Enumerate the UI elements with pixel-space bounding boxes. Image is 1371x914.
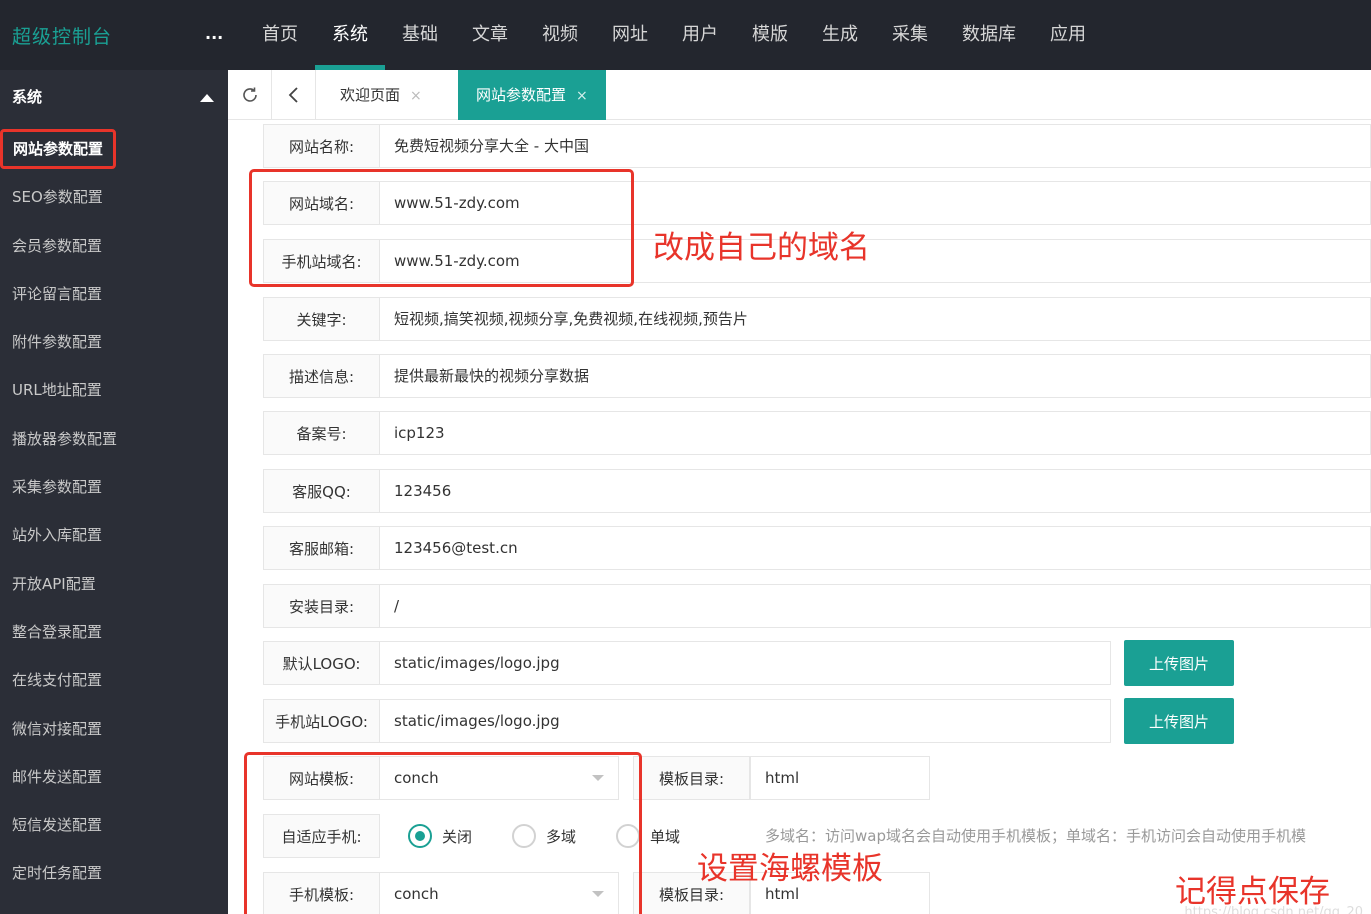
row-description: 描述信息: 提供最新最快的视频分享数据	[263, 354, 1371, 398]
tab-bar: 欢迎页面 × 网站参数配置 ×	[228, 70, 1371, 120]
nav-template[interactable]: 模版	[735, 0, 805, 70]
nav-user[interactable]: 用户	[665, 0, 735, 70]
row-qq: 客服QQ: 123456	[263, 469, 1371, 513]
description-label: 描述信息:	[263, 354, 380, 398]
refresh-icon	[242, 87, 257, 102]
sidebar-item-api-config[interactable]: 开放API配置	[0, 560, 228, 608]
sidebar-item-sms-config[interactable]: 短信发送配置	[0, 801, 228, 849]
email-input[interactable]: 123456@test.cn	[380, 526, 1371, 570]
tab-site-config[interactable]: 网站参数配置 ×	[458, 70, 606, 120]
sidebar-group-label: 系统	[12, 88, 43, 106]
keywords-input[interactable]: 短视频,搞笑视频,视频分享,免费视频,在线视频,预告片	[380, 297, 1371, 341]
mobile-logo-input[interactable]: static/images/logo.jpg	[380, 699, 1111, 743]
email-label: 客服邮箱:	[263, 526, 380, 570]
row-site-name: 网站名称: 免费短视频分享大全 - 大中国	[263, 124, 1371, 168]
install-dir-label: 安装目录:	[263, 584, 380, 628]
sidebar-item-wechat-config[interactable]: 微信对接配置	[0, 705, 228, 753]
row-email: 客服邮箱: 123456@test.cn	[263, 526, 1371, 570]
icp-input[interactable]: icp123	[380, 411, 1371, 455]
description-input[interactable]: 提供最新最快的视频分享数据	[380, 354, 1371, 398]
tab-close-icon[interactable]: ×	[410, 88, 422, 104]
site-name-label: 网站名称:	[263, 124, 380, 168]
domain-annotation: 改成自己的域名	[653, 230, 870, 266]
sidebar-menu: 网站参数配置 SEO参数配置 会员参数配置 评论留言配置 附件参数配置 URL地…	[0, 125, 228, 914]
nav-collect[interactable]: 采集	[875, 0, 945, 70]
nav-basic[interactable]: 基础	[385, 0, 455, 70]
tab-close-icon[interactable]: ×	[576, 88, 588, 104]
sidebar-item-import-config[interactable]: 站外入库配置	[0, 511, 228, 559]
sidebar-item-attachment-config[interactable]: 附件参数配置	[0, 318, 228, 366]
site-name-input[interactable]: 免费短视频分享大全 - 大中国	[380, 124, 1371, 168]
sidebar-item-player-config[interactable]: 播放器参数配置	[0, 415, 228, 463]
nav-apps[interactable]: 应用	[1033, 0, 1103, 70]
more-menu-icon[interactable]: ...	[205, 24, 223, 43]
upload-logo-button[interactable]: 上传图片	[1124, 640, 1234, 686]
sidebar-item-site-config[interactable]: 网站参数配置	[0, 125, 228, 173]
tab-welcome[interactable]: 欢迎页面 ×	[322, 70, 440, 120]
row-keywords: 关键字: 短视频,搞笑视频,视频分享,免费视频,在线视频,预告片	[263, 297, 1371, 341]
domain-highlight-box	[249, 169, 634, 287]
row-mobile-logo: 手机站LOGO: static/images/logo.jpg	[263, 699, 1111, 743]
sidebar-item-collect-config[interactable]: 采集参数配置	[0, 463, 228, 511]
caret-up-icon	[200, 94, 214, 102]
install-dir-input[interactable]: /	[380, 584, 1371, 628]
upload-mobile-logo-button[interactable]: 上传图片	[1124, 698, 1234, 744]
row-logo: 默认LOGO: static/images/logo.jpg	[263, 641, 1111, 685]
nav-home[interactable]: 首页	[245, 0, 315, 70]
sidebar-group-system[interactable]: 系统	[0, 70, 228, 125]
keywords-label: 关键字:	[263, 297, 380, 341]
nav-video[interactable]: 视频	[525, 0, 595, 70]
mobile-logo-label: 手机站LOGO:	[263, 699, 380, 743]
refresh-button[interactable]	[228, 70, 272, 120]
row-icp: 备案号: icp123	[263, 411, 1371, 455]
template-highlight-box	[244, 752, 642, 914]
qq-input[interactable]: 123456	[380, 469, 1371, 513]
sidebar-item-cron-config[interactable]: 定时任务配置	[0, 849, 228, 897]
sidebar-item-payment-config[interactable]: 在线支付配置	[0, 656, 228, 704]
chevron-left-icon	[288, 87, 298, 103]
nav-generate[interactable]: 生成	[805, 0, 875, 70]
logo-label: 默认LOGO:	[263, 641, 380, 685]
row-install-dir: 安装目录: /	[263, 584, 1371, 628]
row-template-dir: 模板目录: html	[633, 756, 930, 800]
sidebar-item-comment-config[interactable]: 评论留言配置	[0, 270, 228, 318]
nav-database[interactable]: 数据库	[945, 0, 1033, 70]
nav-url[interactable]: 网址	[595, 0, 665, 70]
nav-article[interactable]: 文章	[455, 0, 525, 70]
top-navbar: 超级控制台 ... 首页 系统 基础 文章 视频 网址 用户 模版 生成 采集 …	[0, 0, 1371, 70]
template-annotation: 设置海螺模板	[697, 851, 883, 887]
nav-system[interactable]: 系统	[315, 0, 385, 70]
logo-input[interactable]: static/images/logo.jpg	[380, 641, 1111, 685]
qq-label: 客服QQ:	[263, 469, 380, 513]
sidebar-item-member-config[interactable]: 会员参数配置	[0, 222, 228, 270]
sidebar-item-sitegroup-config[interactable]: 站群管理配置	[0, 898, 228, 914]
template-dir-input[interactable]: html	[750, 756, 930, 800]
sidebar: 系统 网站参数配置 SEO参数配置 会员参数配置 评论留言配置 附件参数配置 U…	[0, 70, 228, 914]
template-dir-label: 模板目录:	[633, 756, 750, 800]
sidebar-item-login-config[interactable]: 整合登录配置	[0, 608, 228, 656]
sidebar-item-seo-config[interactable]: SEO参数配置	[0, 173, 228, 221]
sidebar-item-url-config[interactable]: URL地址配置	[0, 366, 228, 414]
sidebar-item-email-config[interactable]: 邮件发送配置	[0, 753, 228, 801]
icp-label: 备案号:	[263, 411, 380, 455]
main-nav: 首页 系统 基础 文章 视频 网址 用户 模版 生成 采集 数据库 应用	[245, 0, 1103, 70]
back-button[interactable]	[272, 70, 316, 120]
watermark: https://blog.csdn.net/qq_20	[1184, 905, 1363, 914]
brand-title[interactable]: 超级控制台	[12, 22, 112, 49]
